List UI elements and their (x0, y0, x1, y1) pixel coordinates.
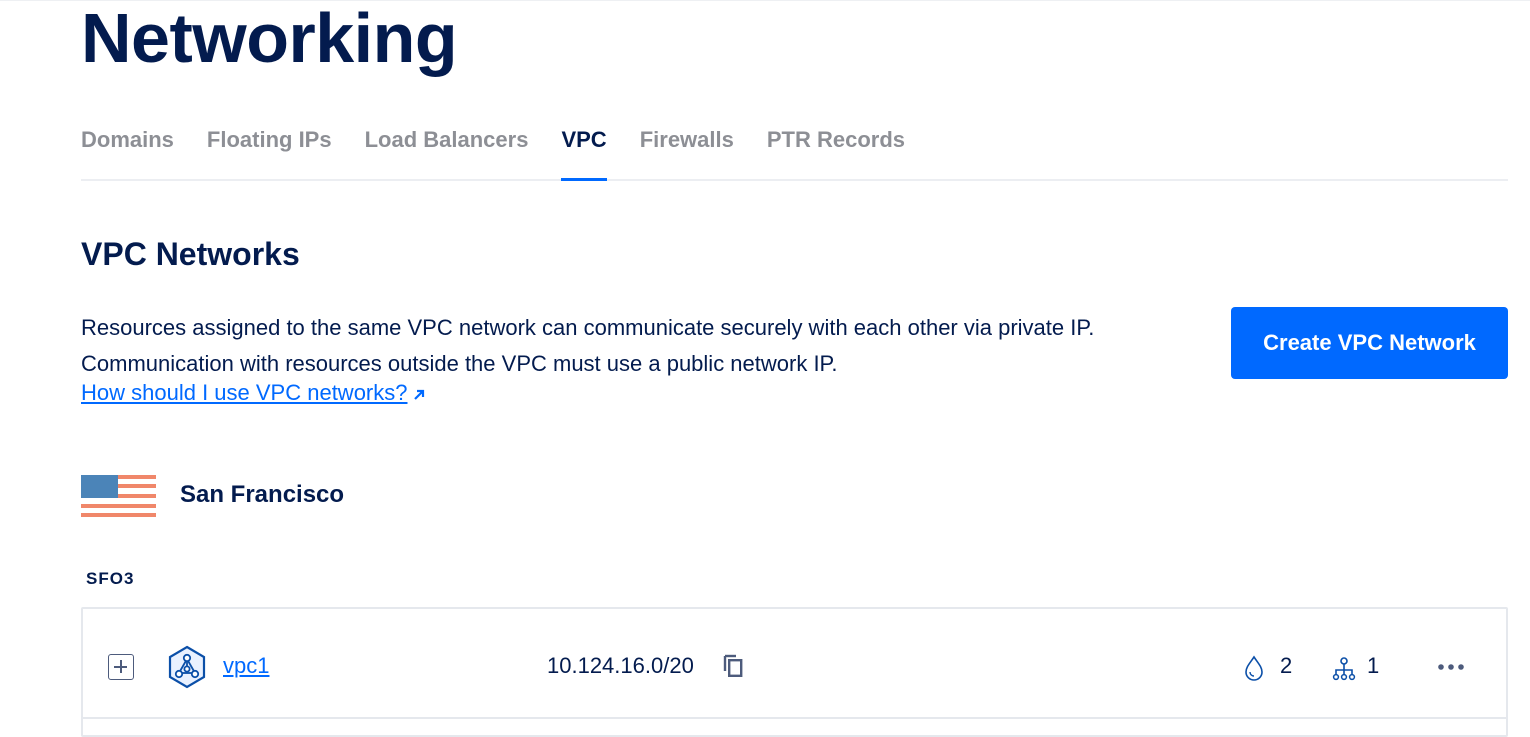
tab-firewalls[interactable]: Firewalls (640, 115, 734, 179)
vpc-network-icon (168, 645, 206, 689)
more-options-icon[interactable] (1436, 657, 1466, 677)
description-line-1: Resources assigned to the same VPC netwo… (81, 315, 1095, 340)
help-link[interactable]: How should I use VPC networks? (81, 380, 426, 406)
tab-floating-ips[interactable]: Floating IPs (207, 115, 332, 179)
region-name: San Francisco (180, 481, 345, 508)
droplet-count: 2 (1280, 653, 1293, 678)
description-line-2: Communication with resources outside the… (81, 351, 838, 376)
expand-row-button[interactable] (108, 654, 134, 680)
external-link-arrow-icon (413, 389, 424, 400)
us-flag-icon (81, 475, 156, 517)
vpc-row: vpc1 10.124.16.0/20 2 1 (83, 609, 1506, 719)
copy-icon[interactable] (721, 653, 745, 679)
tab-domains[interactable]: Domains (81, 115, 174, 179)
vpc-table: vpc1 10.124.16.0/20 2 1 (81, 607, 1508, 737)
page-title: Networking (81, 0, 458, 77)
droplet-icon (1245, 655, 1263, 681)
section-description: Resources assigned to the same VPC netwo… (81, 310, 1191, 382)
datacenter-label: SFO3 (86, 569, 135, 588)
tab-load-balancers[interactable]: Load Balancers (365, 115, 529, 179)
tab-ptr-records[interactable]: PTR Records (767, 115, 905, 179)
vpc-ip-range: 10.124.16.0/20 (547, 653, 694, 678)
create-vpc-network-button[interactable]: Create VPC Network (1231, 307, 1508, 379)
tab-vpc[interactable]: VPC (561, 115, 607, 181)
vpc-name-link[interactable]: vpc1 (223, 653, 269, 679)
help-link-label: How should I use VPC networks? (81, 380, 408, 405)
networking-tabs: Domains Floating IPs Load Balancers VPC … (81, 115, 1508, 181)
section-title: VPC Networks (81, 236, 300, 272)
load-balancer-count: 1 (1367, 653, 1380, 678)
load-balancer-icon (1332, 657, 1356, 681)
